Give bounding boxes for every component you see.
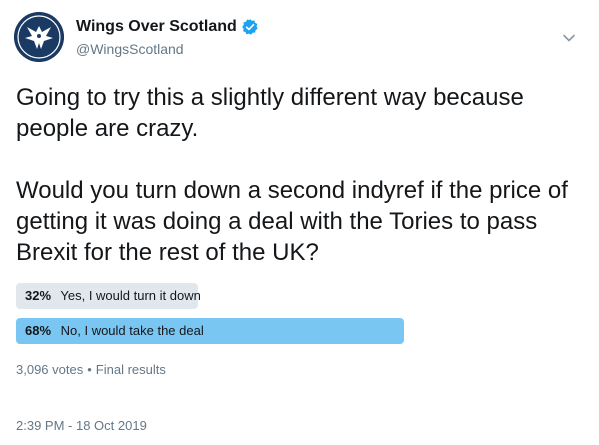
poll-option-label: Yes, I would turn it down [60, 288, 201, 303]
poll-option-no[interactable]: 68% No, I would take the deal [16, 318, 586, 344]
tweet-card: Wings Over Scotland @WingsScotland Going… [0, 0, 599, 445]
verified-badge-icon [241, 19, 258, 35]
tweet-header: Wings Over Scotland @WingsScotland [76, 16, 259, 57]
author-name[interactable]: Wings Over Scotland [76, 18, 237, 36]
chevron-down-icon[interactable] [561, 30, 577, 46]
poll-option-label: No, I would take the deal [60, 323, 204, 338]
poll: 32% Yes, I would turn it down 68% No, I … [16, 283, 586, 353]
poll-vote-count: 3,096 votes [16, 362, 84, 377]
poll-status: Final results [95, 362, 166, 377]
tweet-timestamp[interactable]: 2:39 PM - 18 Oct 2019 [16, 418, 147, 433]
avatar[interactable] [14, 12, 64, 62]
poll-option-yes[interactable]: 32% Yes, I would turn it down [16, 283, 586, 309]
author-handle[interactable]: @WingsScotland [76, 41, 259, 57]
poll-separator: • [87, 362, 92, 377]
poll-percent: 32% [25, 288, 52, 303]
poll-meta: 3,096 votes • Final results [16, 362, 166, 377]
tweet-text: Going to try this a slightly different w… [16, 84, 568, 266]
eagle-logo-icon [14, 12, 64, 62]
poll-percent: 68% [25, 323, 52, 338]
